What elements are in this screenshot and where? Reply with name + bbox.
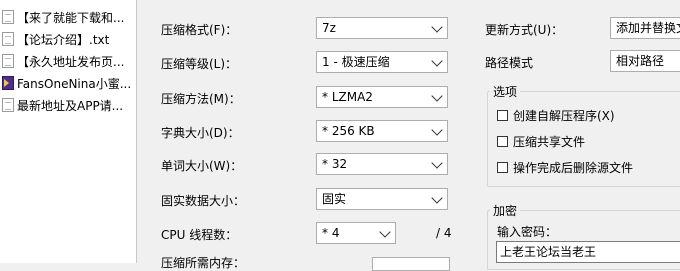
- level-select[interactable]: 1 - 极速压缩: [316, 51, 448, 73]
- method-label: 压缩方法(M)：: [161, 92, 241, 106]
- password-input[interactable]: 上老王论坛当老王: [496, 241, 680, 263]
- solid-select[interactable]: 固实: [316, 188, 448, 210]
- method-value: * LZMA2: [322, 90, 373, 104]
- level-value: 1 - 极速压缩: [322, 55, 390, 69]
- encryption-title: 加密: [490, 202, 521, 219]
- file-item[interactable]: FansOneNina小蜜...: [0, 72, 136, 94]
- file-item[interactable]: 【永久地址发布页...: [0, 50, 136, 72]
- dict-label: 字典大小(D)：: [161, 126, 240, 140]
- solid-label: 固实数据大小：: [161, 194, 246, 208]
- method-select[interactable]: * LZMA2: [316, 86, 448, 108]
- chevron-down-icon: [431, 157, 443, 169]
- file-name: FansOneNina小蜜...: [17, 76, 132, 91]
- format-select[interactable]: 7z: [316, 17, 448, 39]
- cpu-label: CPU 线程数：: [161, 228, 238, 242]
- file-item[interactable]: 【论坛介绍】.txt: [0, 28, 136, 50]
- delete-label: 操作完成后删除源文件: [513, 161, 634, 175]
- update-value: 添加并替换文件: [616, 21, 680, 35]
- password-label: 输入密码：: [497, 225, 558, 239]
- file-list: 【来了就能下载和... 【论坛介绍】.txt 【永久地址发布页... FansO…: [0, 0, 137, 263]
- password-value: 上老王论坛当老王: [500, 245, 597, 259]
- cpu-value: * 4: [322, 226, 340, 240]
- format-value: 7z: [322, 21, 336, 35]
- shared-option[interactable]: 压缩共享文件: [497, 133, 585, 150]
- cpu-select[interactable]: * 4: [316, 222, 396, 244]
- dict-value: * 256 KB: [322, 124, 375, 138]
- solid-value: 固实: [322, 192, 347, 206]
- file-item[interactable]: 最新地址及APP请...: [0, 94, 136, 116]
- memory-field: [372, 257, 450, 271]
- shared-label: 压缩共享文件: [513, 135, 586, 149]
- path-label: 路径模式: [485, 56, 534, 70]
- file-name: 【来了就能下载和...: [17, 10, 125, 25]
- chevron-down-icon: [431, 21, 443, 33]
- text-file-icon: [2, 98, 14, 112]
- update-label: 更新方式(U)：: [485, 23, 564, 37]
- options-title: 选项: [490, 83, 521, 100]
- sfx-label: 创建自解压程序(X): [513, 109, 615, 123]
- dict-select[interactable]: * 256 KB: [316, 120, 448, 142]
- file-name: 最新地址及APP请...: [17, 98, 124, 113]
- delete-checkbox[interactable]: [497, 162, 508, 173]
- text-file-icon: [2, 54, 14, 68]
- level-label: 压缩等级(L)：: [161, 57, 238, 71]
- cpu-max: / 4: [436, 226, 452, 240]
- shared-checkbox[interactable]: [497, 136, 508, 147]
- chevron-down-icon: [379, 226, 391, 238]
- media-file-icon: [2, 76, 14, 90]
- text-file-icon: [2, 10, 14, 24]
- chevron-down-icon: [431, 55, 443, 67]
- file-name: 【论坛介绍】.txt: [17, 32, 110, 47]
- word-label: 单词大小(W)：: [161, 159, 243, 173]
- file-item[interactable]: 【来了就能下载和...: [0, 6, 136, 28]
- chevron-down-icon: [431, 192, 443, 204]
- sfx-checkbox[interactable]: [497, 110, 508, 121]
- path-select[interactable]: 相对路径: [610, 50, 680, 72]
- sfx-option[interactable]: 创建自解压程序(X): [497, 107, 615, 124]
- word-select[interactable]: * 32: [316, 153, 448, 175]
- format-label: 压缩格式(F)：: [161, 23, 238, 37]
- text-file-icon: [2, 32, 14, 46]
- file-name: 【永久地址发布页...: [17, 54, 125, 69]
- delete-option[interactable]: 操作完成后删除源文件: [497, 159, 633, 176]
- word-value: * 32: [322, 157, 348, 171]
- chevron-down-icon: [431, 124, 443, 136]
- path-value: 相对路径: [616, 54, 665, 68]
- update-select[interactable]: 添加并替换文件: [610, 17, 680, 39]
- chevron-down-icon: [431, 90, 443, 102]
